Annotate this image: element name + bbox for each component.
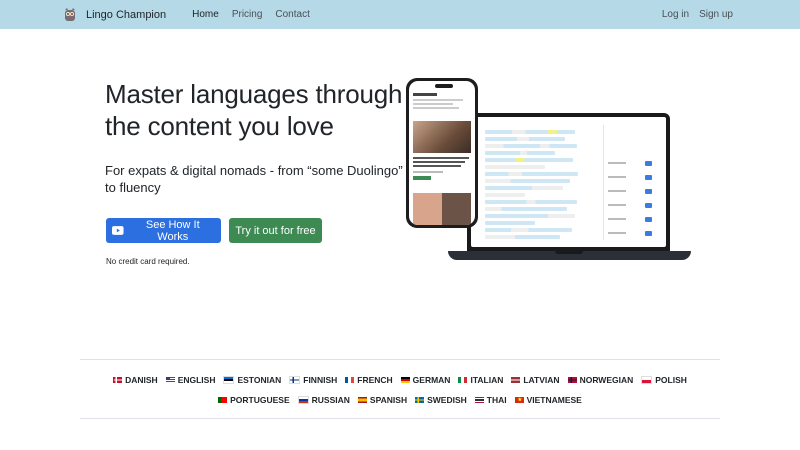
- login-link[interactable]: Log in: [662, 9, 689, 20]
- language-finnish[interactable]: FINNISH: [289, 375, 337, 385]
- no-credit-card-note: No credit card required.: [106, 257, 190, 266]
- language-list-row-1: DANISH ENGLISH ESTONIAN FINNISH FRENCH G…: [80, 375, 720, 385]
- hero-subtitle: For expats & digital nomads - from “some…: [105, 163, 403, 195]
- russia-flag-icon: [297, 396, 309, 404]
- spain-flag-icon: [357, 397, 367, 403]
- nav-link-contact[interactable]: Contact: [275, 9, 309, 20]
- language-thai[interactable]: THAI: [474, 395, 507, 405]
- try-it-free-label: Try it out for free: [235, 224, 316, 237]
- phone-video-thumbnail: [413, 121, 471, 153]
- language-label: SPANISH: [369, 395, 408, 405]
- hero-title-line-2: the content you love: [105, 111, 334, 141]
- portugal-flag-icon: [218, 397, 228, 403]
- auth-nav: Log in Sign up: [652, 9, 733, 20]
- language-russian[interactable]: RUSSIAN: [297, 395, 350, 405]
- language-label: POLISH: [655, 375, 687, 385]
- laptop-notch: [555, 251, 583, 254]
- brand[interactable]: Lingo Champion: [62, 7, 166, 23]
- finland-flag-icon: [289, 376, 301, 384]
- owl-logo-icon: [65, 7, 75, 21]
- nav-link-home[interactable]: Home: [192, 9, 219, 20]
- language-label: NORWEGIAN: [579, 375, 634, 385]
- language-vietnamese[interactable]: ★ VIETNAMESE: [514, 395, 582, 405]
- language-label: FINNISH: [303, 375, 338, 385]
- language-danish[interactable]: DANISH: [113, 375, 158, 385]
- language-latvian[interactable]: LATVIAN: [511, 375, 560, 385]
- sweden-flag-icon: [415, 397, 425, 403]
- language-french[interactable]: FRENCH: [345, 375, 393, 385]
- thailand-flag-icon: [474, 397, 484, 403]
- phone-video-thumbnail-2: [413, 193, 471, 225]
- language-list-row-2: PORTUGUESE RUSSIAN SPANISH SWEDISH THAI …: [80, 395, 720, 405]
- france-flag-icon: [345, 377, 355, 383]
- latvia-flag-icon: [511, 377, 521, 383]
- language-label: THAI: [486, 395, 507, 405]
- vietnam-flag-icon: ★: [514, 397, 524, 403]
- denmark-flag-icon: [113, 377, 123, 383]
- laptop-mockup: [467, 113, 670, 251]
- estonia-flag-icon: [223, 376, 235, 384]
- language-label: FRENCH: [357, 375, 393, 385]
- language-swedish[interactable]: SWEDISH: [415, 395, 467, 405]
- language-label: LATVIAN: [523, 375, 560, 385]
- hero-title: Master languages through the content you…: [105, 78, 405, 142]
- language-english[interactable]: ENGLISH: [165, 375, 216, 385]
- language-label: GERMAN: [412, 375, 451, 385]
- nav-link-pricing[interactable]: Pricing: [232, 9, 263, 20]
- phone-mockup: [406, 78, 478, 228]
- language-norwegian[interactable]: NORWEGIAN: [567, 375, 634, 385]
- italy-flag-icon: [458, 377, 468, 383]
- language-label: ENGLISH: [177, 375, 216, 385]
- top-navbar: Lingo Champion Home Pricing Contact Log …: [0, 0, 800, 29]
- germany-flag-icon: [400, 377, 410, 383]
- try-it-free-button[interactable]: Try it out for free: [229, 218, 322, 243]
- youtube-play-icon: [112, 226, 124, 235]
- reader-text-illustration: [485, 127, 580, 242]
- poland-flag-icon: [641, 376, 653, 384]
- see-how-it-works-button[interactable]: See How It Works: [106, 218, 221, 243]
- us-flag-icon: [165, 377, 175, 383]
- language-german[interactable]: GERMAN: [400, 375, 451, 385]
- language-estonian[interactable]: ESTONIAN: [223, 375, 281, 385]
- main-nav: Home Pricing Contact: [179, 9, 310, 20]
- divider-top: [80, 359, 720, 360]
- language-label: SWEDISH: [427, 395, 467, 405]
- signup-link[interactable]: Sign up: [699, 9, 733, 20]
- see-how-it-works-label: See How It Works: [145, 218, 200, 243]
- language-label: ESTONIAN: [237, 375, 282, 385]
- brand-name: Lingo Champion: [86, 8, 167, 21]
- language-label: RUSSIAN: [311, 395, 350, 405]
- language-italian[interactable]: ITALIAN: [458, 375, 503, 385]
- hero-title-line-1: Master languages through: [105, 79, 403, 109]
- norway-flag-icon: [567, 377, 577, 383]
- vocab-side-panel: [603, 125, 656, 240]
- language-polish[interactable]: POLISH: [641, 375, 687, 385]
- language-label: DANISH: [125, 375, 158, 385]
- language-spanish[interactable]: SPANISH: [357, 395, 408, 405]
- phone-screen-content: [409, 81, 475, 225]
- language-label: ITALIAN: [470, 375, 504, 385]
- divider-bottom: [80, 418, 720, 419]
- language-portuguese[interactable]: PORTUGUESE: [218, 395, 290, 405]
- laptop-screen-content: [471, 117, 666, 247]
- language-label: VIETNAMESE: [526, 395, 582, 405]
- phone-dynamic-island: [435, 84, 453, 88]
- language-label: PORTUGUESE: [230, 395, 290, 405]
